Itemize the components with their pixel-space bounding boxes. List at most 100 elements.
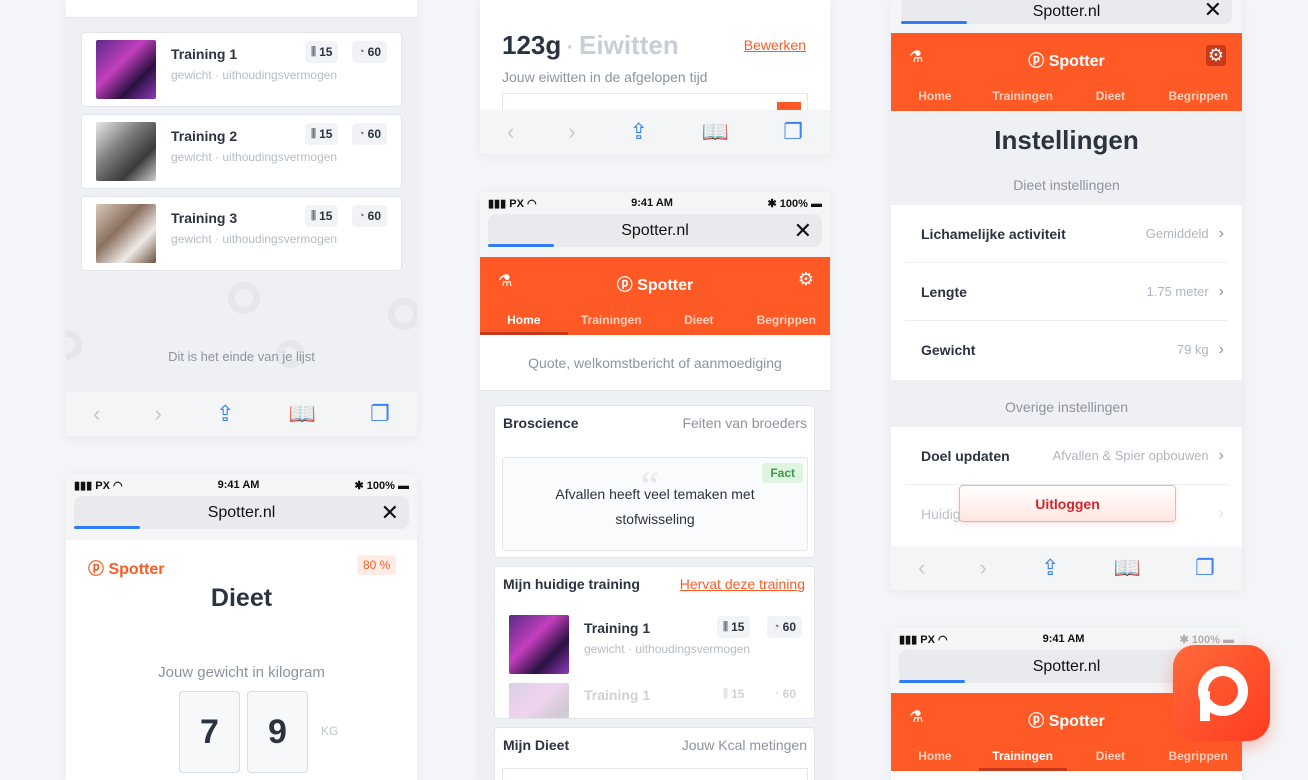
training-thumbnail xyxy=(509,615,569,674)
gear-icon[interactable]: ⚙ xyxy=(1205,45,1226,66)
back-icon[interactable]: ‹ xyxy=(507,119,514,145)
load-progress xyxy=(901,21,967,24)
list-item[interactable]: Training 2 gewicht · uithoudingsvermogen… xyxy=(81,114,402,189)
card-subtitle: Feiten van broeders xyxy=(682,415,807,431)
tab-home[interactable]: Home xyxy=(891,81,979,111)
setting-row-activity[interactable]: Lichamelijke activiteit Gemiddeld › xyxy=(905,205,1228,263)
forward-icon[interactable]: › xyxy=(980,555,987,581)
url-text: Spotter.nl xyxy=(207,503,276,521)
sets-badge: ⫼ 15 xyxy=(305,41,339,63)
section-heading: Overige instellingen xyxy=(1005,399,1128,415)
training-sub: gewicht · uithoudingsvermogen xyxy=(584,642,751,656)
bluetooth-icon: ✱ xyxy=(1179,633,1189,646)
setting-row-weight[interactable]: Gewicht 79 kg › xyxy=(905,321,1228,379)
url-bar[interactable]: Spotter.nl ✕ xyxy=(901,0,1232,24)
close-icon[interactable]: ✕ xyxy=(381,500,399,526)
spotter-logo-icon: ⓟ xyxy=(1028,53,1045,70)
gear-icon[interactable]: ⚙ xyxy=(798,269,814,290)
chevron-right-icon: › xyxy=(1218,282,1224,300)
forward-icon[interactable]: › xyxy=(155,401,162,427)
resume-link[interactable]: Hervat deze training xyxy=(680,576,805,592)
load-progress xyxy=(488,244,554,247)
training-sub: gewicht · uithoudingsvermogen xyxy=(171,232,338,246)
chevron-right-icon: › xyxy=(1218,341,1224,358)
time-badge: ◔ 60 xyxy=(352,205,388,227)
training-sub: gewicht · uithoudingsvermogen xyxy=(171,68,338,82)
forward-icon[interactable]: › xyxy=(568,119,575,145)
app-header: ⚗ ⓟ Spotter ⚙ Home Trainingen Dieet Begr… xyxy=(480,257,830,335)
tab-trainingen[interactable]: Trainingen xyxy=(568,305,656,335)
protein-value: 123g xyxy=(502,30,562,60)
setting-row-length[interactable]: Lengte 1.75 meter › xyxy=(905,263,1228,321)
bookmarks-icon[interactable]: 📖 xyxy=(702,119,729,145)
edit-link[interactable]: Bewerken xyxy=(744,37,806,53)
tab-dieet[interactable]: Dieet xyxy=(1067,81,1155,111)
clock-time: 9:41 AM xyxy=(217,479,260,491)
tab-bar: Home Trainingen Dieet Begrippen xyxy=(480,305,830,335)
tab-begrippen[interactable]: Begrippen xyxy=(743,305,831,335)
fact-tag: Fact xyxy=(762,463,803,483)
load-progress xyxy=(899,680,965,683)
url-text: Spotter.nl xyxy=(621,221,689,239)
tab-begrippen[interactable]: Begrippen xyxy=(1154,81,1242,111)
share-icon[interactable]: ⇪ xyxy=(1041,555,1059,581)
logout-button[interactable]: Uitloggen xyxy=(959,485,1176,522)
clock-icon: ◔ xyxy=(773,688,780,700)
signal-icon: ▮▮▮ xyxy=(488,197,507,210)
quote-banner: Quote, welkomstbericht of aanmoediging xyxy=(480,335,830,391)
share-icon[interactable]: ⇪ xyxy=(630,119,648,145)
url-text: Spotter.nl xyxy=(1032,657,1101,675)
url-bar[interactable]: Spotter.nl ✕ xyxy=(488,214,822,247)
protein-label: Eiwitten xyxy=(579,30,679,60)
tabs-icon[interactable]: ❐ xyxy=(783,119,803,145)
tab-trainingen[interactable]: Trainingen xyxy=(978,741,1067,771)
tabs-icon[interactable]: ❐ xyxy=(370,401,390,427)
spotter-logo-icon: ⓟ xyxy=(1028,713,1045,730)
card-title: Mijn Dieet xyxy=(503,737,570,753)
digit-input[interactable]: 9 xyxy=(247,691,308,773)
tab-home[interactable]: Home xyxy=(891,741,979,771)
wifi-icon: ◠ xyxy=(112,479,123,492)
time-badge: ◔ 60 xyxy=(767,616,803,638)
tab-dieet[interactable]: Dieet xyxy=(655,305,743,335)
back-icon[interactable]: ‹ xyxy=(93,401,100,427)
page-title: Instellingen xyxy=(994,125,1139,155)
battery-icon: ▬ xyxy=(810,197,822,210)
training-name[interactable]: Training 1 xyxy=(584,620,650,636)
share-icon[interactable]: ⇪ xyxy=(216,401,234,427)
unit-label: KG xyxy=(321,724,339,738)
time-badge: ◔ 60 xyxy=(352,41,388,63)
tab-trainingen[interactable]: Trainingen xyxy=(979,81,1067,111)
list-item[interactable]: Training 1 gewicht · uithoudingsvermogen… xyxy=(81,32,402,107)
signal-icon: ▮▮▮ xyxy=(74,479,93,492)
url-bar[interactable]: Spotter.nl ✕ xyxy=(74,496,409,529)
safari-toolbar: ‹ › ⇪ 📖 ❐ xyxy=(891,546,1242,590)
digit-input[interactable]: 7 xyxy=(179,691,240,773)
panel-training-list: Training 1 gewicht · uithoudingsvermogen… xyxy=(66,0,417,436)
close-icon[interactable]: ✕ xyxy=(794,218,812,244)
training-name: Training 1 xyxy=(171,46,238,62)
clock-icon: ◔ xyxy=(773,621,780,633)
bookmarks-icon[interactable]: 📖 xyxy=(289,401,316,427)
dumbbell-icon: ⫼ xyxy=(311,209,317,222)
app-header: ⚗ ⓟ Spotter ⚙ Home Trainingen Dieet Begr… xyxy=(891,33,1242,111)
tabs-icon[interactable]: ❐ xyxy=(1195,555,1215,581)
chart-box xyxy=(502,768,808,780)
back-icon[interactable]: ‹ xyxy=(918,555,925,581)
tab-home[interactable]: Home xyxy=(480,305,568,335)
fact-box[interactable]: “ Fact Afvallen heeft veel temaken met s… xyxy=(502,457,808,551)
spotter-logo-icon: ⓟ xyxy=(616,277,633,294)
protein-heading: 123g · Eiwitten xyxy=(502,30,679,60)
training-thumbnail xyxy=(96,40,156,99)
list-item[interactable]: Training 3 gewicht · uithoudingsvermogen… xyxy=(81,196,402,271)
setting-row-goal[interactable]: Doel updaten Afvallen & Spier opbouwen › xyxy=(905,427,1228,485)
close-icon[interactable]: ✕ xyxy=(1204,0,1222,23)
tab-dieet[interactable]: Dieet xyxy=(1067,741,1155,771)
wifi-icon: ◠ xyxy=(937,633,948,646)
tab-begrippen[interactable]: Begrippen xyxy=(1154,741,1242,771)
sets-badge: ⫼ 15 xyxy=(305,123,339,145)
bookmarks-icon[interactable]: 📖 xyxy=(1114,555,1141,581)
status-bar: ▮▮▮ PX ◠ 9:41 AM ✱ 100% ▬ xyxy=(488,197,822,210)
panel-protein: 123g · Eiwitten Bewerken Jouw eiwitten i… xyxy=(480,0,830,154)
battery-icon: ▬ xyxy=(1222,633,1234,646)
